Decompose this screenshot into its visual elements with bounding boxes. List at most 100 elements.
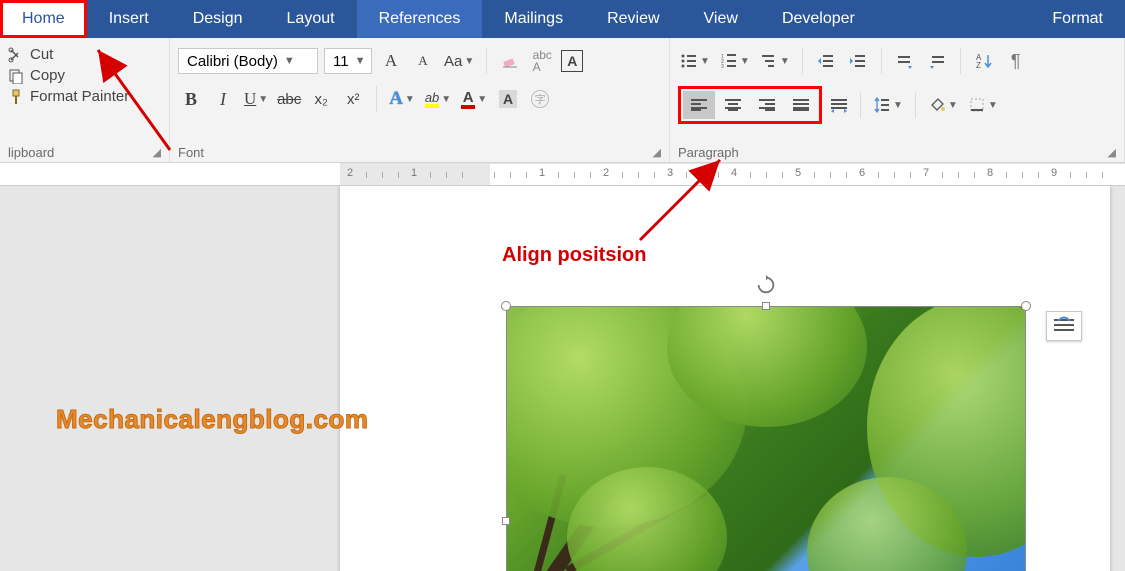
cut-label: Cut [30, 46, 53, 63]
annotation-align-label: Align positsion [502, 244, 646, 267]
bullets-icon [680, 52, 698, 70]
character-shading-button[interactable]: A [495, 86, 521, 112]
tab-layout[interactable]: Layout [265, 0, 357, 38]
grow-font-button[interactable]: A [378, 48, 404, 74]
clipboard-group-label: lipboard [8, 145, 54, 160]
chevron-down-icon: ▼ [284, 55, 295, 67]
shading-button[interactable]: ▼ [926, 92, 960, 118]
align-left-button[interactable] [683, 91, 715, 119]
scissors-icon [8, 47, 24, 63]
ribbon-body: Cut Copy Format Painter lipboard ◢ [0, 38, 1125, 163]
justify-button[interactable] [785, 91, 817, 119]
paintbrush-icon [8, 89, 24, 105]
multilevel-list-button[interactable]: ▼ [758, 48, 792, 74]
tab-references[interactable]: References [357, 0, 483, 38]
italic-button[interactable]: I [210, 86, 236, 112]
enclose-characters-button[interactable]: 字 [527, 86, 553, 112]
ruler-tick: 2 [320, 167, 380, 179]
chevron-down-icon: ▼ [355, 55, 366, 67]
selected-image[interactable] [506, 306, 1026, 571]
subscript-button[interactable]: x₂ [308, 86, 334, 112]
ltr-icon [896, 52, 914, 70]
resize-handle-nw[interactable] [501, 301, 511, 311]
font-name-combo[interactable]: Calibri (Body) ▼ [178, 48, 318, 74]
font-size-value: 11 [333, 53, 349, 70]
document-area: Align positsion Mechanicalengblog.com [0, 186, 1125, 571]
bullets-button[interactable]: ▼ [678, 48, 712, 74]
show-hide-paragraph-button[interactable]: ¶ [1003, 48, 1029, 74]
format-painter-button[interactable]: Format Painter [8, 88, 161, 105]
font-dialog-launcher-icon[interactable]: ◢ [641, 146, 661, 159]
text-effects-button[interactable]: A▼ [387, 86, 417, 112]
font-group-label: Font [178, 145, 204, 160]
ltr-direction-button[interactable] [892, 48, 918, 74]
sort-button[interactable]: AZ [971, 48, 997, 74]
font-size-combo[interactable]: 11 ▼ [324, 48, 372, 74]
ruler-tick: 4 [704, 167, 764, 179]
shrink-font-button[interactable]: A [410, 48, 436, 74]
layout-options-icon [1052, 316, 1076, 336]
cut-button[interactable]: Cut [8, 46, 161, 63]
change-case-button[interactable]: Aa▼ [442, 48, 476, 74]
ruler-tick: 5 [768, 167, 828, 179]
highlight-icon: ab [425, 91, 439, 108]
align-left-icon [690, 98, 708, 112]
tab-mailings[interactable]: Mailings [482, 0, 585, 38]
decrease-indent-button[interactable] [813, 48, 839, 74]
character-border-button[interactable]: A [561, 50, 583, 72]
align-right-icon [758, 98, 776, 112]
bold-button[interactable]: B [178, 86, 204, 112]
increase-indent-button[interactable] [845, 48, 871, 74]
ruler-tick: 7 [896, 167, 956, 179]
layout-options-button[interactable] [1046, 311, 1082, 341]
tab-insert[interactable]: Insert [87, 0, 171, 38]
tab-format[interactable]: Format [1030, 0, 1125, 38]
indent-icon [849, 52, 867, 70]
highlight-color-button[interactable]: ab▼ [423, 86, 453, 112]
tab-view[interactable]: View [682, 0, 760, 38]
resize-handle-ne[interactable] [1021, 301, 1031, 311]
underline-button[interactable]: U▼ [242, 86, 270, 112]
numbering-button[interactable]: 123▼ [718, 48, 752, 74]
phonetic-icon: abcA [533, 49, 552, 73]
font-color-button[interactable]: A▼ [459, 86, 489, 112]
align-center-icon [724, 98, 742, 112]
tab-developer[interactable]: Developer [760, 0, 877, 38]
resize-handle-n[interactable] [762, 302, 770, 310]
enclose-icon: 字 [531, 90, 549, 108]
distributed-button[interactable] [828, 92, 850, 118]
copy-button[interactable]: Copy [8, 67, 161, 84]
image-content [506, 306, 1026, 571]
borders-button[interactable]: ▼ [966, 92, 1000, 118]
rtl-icon [928, 52, 946, 70]
line-spacing-button[interactable]: ▼ [871, 92, 905, 118]
superscript-button[interactable]: x² [340, 86, 366, 112]
horizontal-ruler[interactable]: 21123456789 [340, 163, 1125, 185]
outdent-icon [817, 52, 835, 70]
strikethrough-button[interactable]: abc [276, 86, 302, 112]
format-painter-label: Format Painter [30, 88, 129, 105]
sort-icon: AZ [975, 52, 993, 70]
ruler-tick: 8 [960, 167, 1020, 179]
rtl-direction-button[interactable] [924, 48, 950, 74]
align-center-button[interactable] [717, 91, 749, 119]
ruler-tick: 6 [832, 167, 892, 179]
distributed-icon [830, 96, 848, 114]
tab-design[interactable]: Design [171, 0, 265, 38]
borders-icon [968, 96, 986, 114]
clipboard-dialog-launcher-icon[interactable]: ◢ [141, 146, 161, 159]
tab-review[interactable]: Review [585, 0, 681, 38]
font-name-value: Calibri (Body) [187, 53, 278, 70]
ruler-tick: 9 [1024, 167, 1084, 179]
phonetic-guide-button[interactable]: abcA [529, 48, 555, 74]
align-right-button[interactable] [751, 91, 783, 119]
rotate-handle-icon[interactable] [755, 274, 777, 296]
ruler-tick: 1 [384, 167, 444, 179]
font-color-icon: A [461, 90, 475, 109]
clear-formatting-button[interactable] [497, 48, 523, 74]
tab-home[interactable]: Home [0, 0, 87, 38]
paragraph-dialog-launcher-icon[interactable]: ◢ [1096, 146, 1116, 159]
resize-handle-w[interactable] [502, 517, 510, 525]
watermark-text: Mechanicalengblog.com [56, 404, 368, 435]
svg-text:3: 3 [721, 64, 724, 70]
